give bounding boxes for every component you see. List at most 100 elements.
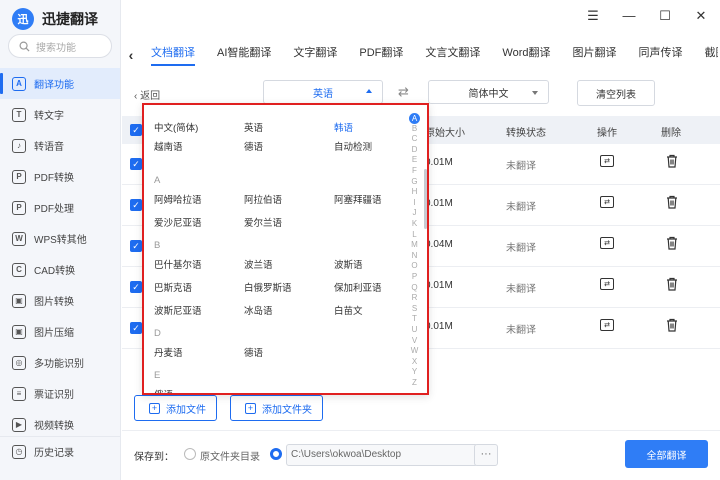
tab-5[interactable]: 文言文翻译 bbox=[414, 44, 491, 66]
sidebar-item[interactable]: ◎ 多功能识别 bbox=[0, 347, 120, 378]
language-option[interactable]: 韩语 bbox=[334, 120, 353, 134]
alphabet-letter-q[interactable]: Q bbox=[409, 283, 420, 292]
sidebar-item[interactable]: A 翻译功能 bbox=[0, 68, 120, 99]
output-path-input[interactable]: C:\Users\okwoa\Desktop bbox=[286, 444, 478, 466]
maximize-icon[interactable]: ☐ bbox=[658, 8, 672, 24]
search-input[interactable]: 搜索功能 bbox=[8, 34, 112, 58]
alphabet-letter-e[interactable]: E bbox=[409, 155, 420, 164]
language-option[interactable]: 巴什基尔语 bbox=[154, 257, 202, 271]
language-option[interactable]: 冰岛语 bbox=[244, 303, 273, 317]
close-icon[interactable]: ✕ bbox=[694, 8, 708, 24]
sidebar-item[interactable]: W WPS转其他 bbox=[0, 223, 120, 254]
language-option[interactable]: 阿姆哈拉语 bbox=[154, 192, 202, 206]
translate-icon[interactable]: ⇄ bbox=[600, 278, 614, 290]
alphabet-letter-m[interactable]: M bbox=[409, 240, 420, 249]
alphabet-letter-v[interactable]: V bbox=[409, 336, 420, 345]
alphabet-letter-y[interactable]: Y bbox=[409, 367, 420, 376]
alphabet-letter-a[interactable]: A bbox=[409, 113, 420, 124]
dropdown-scrollbar[interactable] bbox=[424, 169, 427, 229]
tab-7[interactable]: 图片翻译 bbox=[562, 44, 628, 66]
language-option[interactable]: 德语 bbox=[244, 345, 263, 359]
clear-list-button[interactable]: 清空列表 bbox=[577, 80, 655, 106]
alphabet-letter-z[interactable]: Z bbox=[409, 378, 420, 387]
alphabet-letter-i[interactable]: I bbox=[409, 198, 420, 207]
swap-language-icon[interactable]: ⇄ bbox=[398, 84, 409, 100]
language-option[interactable]: 巴斯克语 bbox=[154, 280, 192, 294]
row-checkbox[interactable]: ✓ bbox=[130, 158, 142, 170]
language-option[interactable]: 英语 bbox=[244, 120, 263, 134]
sidebar-item[interactable]: C CAD转换 bbox=[0, 254, 120, 285]
trash-icon[interactable] bbox=[666, 154, 678, 168]
translate-icon[interactable]: ⇄ bbox=[600, 319, 614, 331]
language-option[interactable]: 保加利亚语 bbox=[334, 280, 382, 294]
language-option[interactable]: 白俄罗斯语 bbox=[244, 280, 292, 294]
history-button[interactable]: ◷ 历史记录 bbox=[0, 436, 120, 466]
row-checkbox[interactable]: ✓ bbox=[130, 281, 142, 293]
language-option[interactable]: 阿塞拜疆语 bbox=[334, 192, 382, 206]
sidebar-item[interactable]: T 转文字 bbox=[0, 99, 120, 130]
trash-icon[interactable] bbox=[666, 318, 678, 332]
sidebar-item[interactable]: ▣ 图片压缩 bbox=[0, 316, 120, 347]
tab-8[interactable]: 同声传译 bbox=[628, 44, 694, 66]
sidebar-item[interactable]: P PDF转换 bbox=[0, 161, 120, 192]
source-language-select[interactable]: 英语 bbox=[263, 80, 383, 104]
language-option[interactable]: 丹麦语 bbox=[154, 345, 183, 359]
tab-1[interactable]: 文档翻译 bbox=[140, 44, 206, 66]
language-option[interactable]: 爱沙尼亚语 bbox=[154, 215, 202, 229]
language-option[interactable]: 爱尔兰语 bbox=[244, 215, 282, 229]
alphabet-letter-x[interactable]: X bbox=[409, 357, 420, 366]
alphabet-letter-r[interactable]: R bbox=[409, 293, 420, 302]
trash-icon[interactable] bbox=[666, 236, 678, 250]
language-option[interactable]: 俄语 bbox=[154, 387, 173, 393]
alphabet-letter-b[interactable]: B bbox=[409, 124, 420, 133]
alphabet-letter-h[interactable]: H bbox=[409, 187, 420, 196]
row-checkbox[interactable]: ✓ bbox=[130, 240, 142, 252]
alphabet-letter-w[interactable]: W bbox=[409, 346, 420, 355]
alphabet-letter-j[interactable]: J bbox=[409, 208, 420, 217]
sidebar-item[interactable]: P PDF处理 bbox=[0, 192, 120, 223]
tab-6[interactable]: Word翻译 bbox=[491, 44, 561, 66]
add-file-button[interactable]: + 添加文件 bbox=[134, 395, 217, 421]
language-option[interactable]: 自动检测 bbox=[334, 139, 372, 153]
language-option[interactable]: 越南语 bbox=[154, 139, 183, 153]
translate-icon[interactable]: ⇄ bbox=[600, 196, 614, 208]
language-option[interactable]: 波兰语 bbox=[244, 257, 273, 271]
translate-icon[interactable]: ⇄ bbox=[600, 237, 614, 249]
language-option[interactable]: 德语 bbox=[244, 139, 263, 153]
alphabet-letter-o[interactable]: O bbox=[409, 261, 420, 270]
original-folder-radio[interactable] bbox=[184, 448, 196, 460]
add-folder-button[interactable]: + 添加文件夹 bbox=[230, 395, 323, 421]
target-language-select[interactable]: 简体中文 bbox=[428, 80, 549, 104]
alphabet-letter-l[interactable]: L bbox=[409, 230, 420, 239]
tab-3[interactable]: 文字翻译 bbox=[282, 44, 348, 66]
alphabet-letter-k[interactable]: K bbox=[409, 219, 420, 228]
row-checkbox[interactable]: ✓ bbox=[130, 322, 142, 334]
browse-path-button[interactable]: ··· bbox=[474, 444, 498, 466]
translate-icon[interactable]: ⇄ bbox=[600, 155, 614, 167]
trash-icon[interactable] bbox=[666, 195, 678, 209]
custom-folder-radio[interactable] bbox=[270, 448, 282, 460]
alphabet-letter-u[interactable]: U bbox=[409, 325, 420, 334]
language-option[interactable]: 白苗文 bbox=[334, 303, 363, 317]
tab-2[interactable]: AI智能翻译 bbox=[206, 44, 282, 66]
alphabet-letter-p[interactable]: P bbox=[409, 272, 420, 281]
back-button[interactable]: ‹ 返回 bbox=[134, 87, 160, 102]
alphabet-letter-c[interactable]: C bbox=[409, 134, 420, 143]
alphabet-letter-n[interactable]: N bbox=[409, 251, 420, 260]
tabs-prev-arrow-icon[interactable]: ‹ bbox=[122, 47, 140, 63]
minimize-icon[interactable]: — bbox=[622, 8, 636, 24]
alphabet-letter-s[interactable]: S bbox=[409, 304, 420, 313]
tab-9[interactable]: 截图翻译 bbox=[694, 44, 719, 66]
language-option[interactable]: 波斯语 bbox=[334, 257, 363, 271]
language-option[interactable]: 中文(简体) bbox=[154, 120, 198, 134]
language-option[interactable]: 阿拉伯语 bbox=[244, 192, 282, 206]
alphabet-letter-f[interactable]: F bbox=[409, 166, 420, 175]
language-option[interactable]: 波斯尼亚语 bbox=[154, 303, 202, 317]
menu-icon[interactable]: ☰ bbox=[586, 8, 600, 24]
row-checkbox[interactable]: ✓ bbox=[130, 199, 142, 211]
alphabet-letter-t[interactable]: T bbox=[409, 314, 420, 323]
sidebar-item[interactable]: ▣ 图片转换 bbox=[0, 285, 120, 316]
select-all-checkbox[interactable]: ✓ bbox=[130, 124, 142, 136]
sidebar-item[interactable]: ♪ 转语音 bbox=[0, 130, 120, 161]
alphabet-letter-g[interactable]: G bbox=[409, 177, 420, 186]
